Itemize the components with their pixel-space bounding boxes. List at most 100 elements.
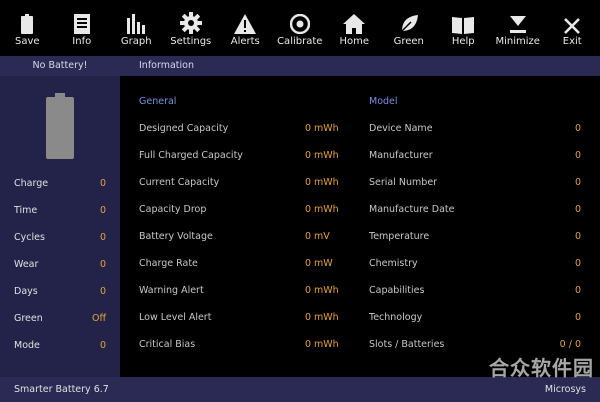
battery-status: No Battery! [32,60,88,71]
home-icon [343,14,366,34]
general-unit: mV [314,231,330,242]
summary-value: 0 [99,340,106,351]
summary-row-cycles: Cycles 0 [14,231,106,245]
toolbar: Save Info Graph Settings Alerts Calibrat… [0,0,600,54]
green-button[interactable]: Green [382,0,437,54]
general-value: 0 [304,339,311,350]
general-label: Battery Voltage [139,231,213,242]
model-label: Manufacture Date [369,204,455,215]
calibrate-label: Calibrate [277,36,323,47]
summary-label: Days [14,286,38,297]
settings-button[interactable]: Settings [164,0,219,54]
general-row: Capacity Drop 0 mWh [139,203,359,217]
model-value: 0 [574,258,581,269]
bar-chart-icon [127,14,146,34]
model-value: 0 [574,177,581,188]
general-row: Charge Rate 0 mW [139,257,359,271]
model-label: Capabilities [369,285,425,296]
general-value: 0 [304,123,311,134]
exit-label: Exit [562,36,582,47]
information-panel: General Model Designed Capacity 0 mWh Full… [120,76,600,377]
info-label: Info [72,36,92,47]
general-title: General [139,96,177,107]
model-label: Device Name [369,123,433,134]
help-label: Help [451,36,475,47]
summary-value: 0 [99,205,106,216]
general-value: 0 [304,204,311,215]
model-row: Device Name 0 [369,122,581,136]
model-row: Temperature 0 [369,230,581,244]
general-row: Battery Voltage 0 mV [139,230,359,244]
summary-row-charge: Charge 0 [14,177,106,191]
watermark: 合众软件园 [489,356,594,380]
summary-label: Wear [14,259,39,270]
model-value: 0 [574,312,581,323]
help-button[interactable]: Help [436,0,491,54]
summary-label: Mode [14,340,40,351]
general-unit: mWh [314,123,339,134]
summary-row-time: Time 0 [14,204,106,218]
general-label: Full Charged Capacity [139,150,243,161]
graph-label: Graph [120,36,152,47]
summary-label: Time [14,205,38,216]
minimize-icon [509,16,526,33]
general-unit: mW [314,258,333,269]
exit-button[interactable]: Exit [545,0,600,54]
model-value: 0 [574,204,581,215]
general-row: Designed Capacity 0 mWh [139,122,359,136]
document-icon [73,14,90,34]
warning-icon [234,14,257,34]
general-unit: mWh [314,150,339,161]
general-value: 0 [304,258,311,269]
model-value: 0 [574,231,581,242]
header-strip: No Battery! Information [0,56,600,76]
close-icon [564,18,581,34]
model-row: Chemistry 0 [369,257,581,271]
summary-panel: Charge 0 Time 0 Cycles 0 Wear 0 Days 0 Green O… [0,76,120,377]
summary-row-mode: Mode 0 [14,339,106,353]
save-label: Save [14,36,40,47]
general-label: Critical Bias [139,339,196,350]
model-label: Temperature [369,231,430,242]
summary-row-green: Green Off [14,312,106,326]
general-value: 0 [304,285,311,296]
save-button[interactable]: Save [0,0,55,54]
model-label: Manufacturer [369,150,433,161]
summary-row-days: Days 0 [14,285,106,299]
general-value: 0 [304,312,311,323]
general-value: 0 [304,231,311,242]
model-value: 0 [574,150,581,161]
target-icon [289,14,310,34]
model-label: Slots / Batteries [369,339,445,350]
model-row: Capabilities 0 [369,284,581,298]
general-row: Current Capacity 0 mWh [139,176,359,190]
app-version: Smarter Battery 6.7 [14,384,109,395]
model-row: Slots / Batteries 0 / 0 [369,338,581,352]
home-button[interactable]: Home [327,0,382,54]
summary-label: Charge [14,178,49,189]
summary-label: Cycles [14,232,45,243]
minimize-label: Minimize [495,36,540,47]
calibrate-button[interactable]: Calibrate [273,0,328,54]
summary-label: Green [14,313,43,324]
leaf-icon [399,15,418,34]
general-label: Low Level Alert [139,312,212,323]
general-unit: mWh [314,339,339,350]
graph-button[interactable]: Graph [109,0,164,54]
summary-value: 0 [99,232,106,243]
alerts-button[interactable]: Alerts [218,0,273,54]
alerts-label: Alerts [230,36,260,47]
general-label: Charge Rate [139,258,198,269]
summary-value: 0 [99,286,106,297]
model-row: Technology 0 [369,311,581,325]
general-label: Designed Capacity [139,123,229,134]
general-unit: mWh [314,285,339,296]
general-value: 0 [304,150,311,161]
minimize-button[interactable]: Minimize [491,0,546,54]
general-row: Low Level Alert 0 mWh [139,311,359,325]
model-value: 0 [574,123,581,134]
model-row: Manufacture Date 0 [369,203,581,217]
summary-value: Off [91,313,106,324]
info-button[interactable]: Info [55,0,110,54]
general-row: Critical Bias 0 mWh [139,338,359,352]
